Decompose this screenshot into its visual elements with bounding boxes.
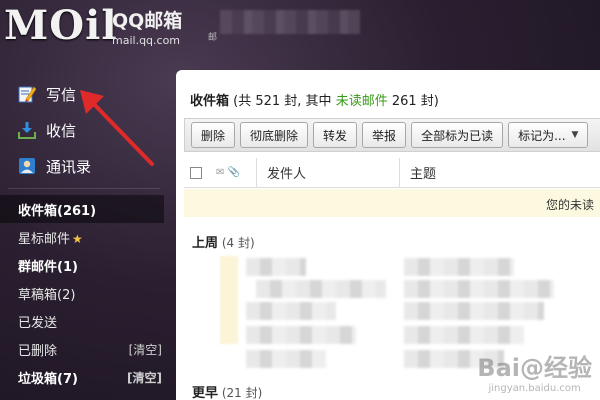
table-row[interactable] xyxy=(404,326,524,344)
empty-junk-link[interactable]: [清空] xyxy=(127,369,162,386)
folder-label: 收件箱(261) xyxy=(18,203,97,219)
sidebar-item-deleted[interactable]: 已删除 [清空] xyxy=(0,335,168,363)
sidebar-item-junk[interactable]: 垃圾箱(7) [清空] xyxy=(0,363,168,391)
column-divider xyxy=(256,157,257,188)
inbox-heading: 收件箱 (共 521 封, 其中 未读邮件 261 封) xyxy=(190,90,439,109)
mark-as-dropdown[interactable]: 标记为... ▼ xyxy=(508,122,589,148)
header-icons: ✉ 📎 xyxy=(216,167,256,178)
folder-label: 垃圾箱(7) xyxy=(18,371,78,387)
group-count: (4 封) xyxy=(218,236,255,250)
group-title: 更早 xyxy=(192,386,219,400)
group-count: (21 封) xyxy=(218,386,263,400)
table-row[interactable] xyxy=(404,258,514,276)
unread-mail-link[interactable]: 未读邮件 xyxy=(336,94,388,109)
sidebar-item-drafts[interactable]: 草稿箱(2) xyxy=(0,279,168,307)
inbox-summary-prefix: (共 521 封, 其中 xyxy=(229,94,336,109)
table-row[interactable] xyxy=(256,280,386,298)
inbox-download-icon xyxy=(16,119,38,141)
sidebar-item-group-mail[interactable]: 群邮件(1) xyxy=(0,251,168,279)
select-all-checkbox[interactable] xyxy=(190,166,202,179)
brand-domain: mail.qq.com xyxy=(112,34,181,47)
baidu-jingyan-watermark: Bai@经验 jingyan.baidu.com xyxy=(477,348,592,394)
table-row[interactable] xyxy=(246,326,356,344)
mark-as-label: 标记为... xyxy=(518,128,566,143)
folder-label-wrap: 星标邮件 ★ xyxy=(18,228,83,247)
envelope-icon: ✉ xyxy=(216,167,225,178)
table-row[interactable] xyxy=(404,302,544,320)
inbox-summary-suffix: 261 封) xyxy=(387,94,439,109)
permanent-delete-button[interactable]: 彻底删除 xyxy=(240,122,309,148)
qq-mail-logo[interactable]: MOil xyxy=(4,2,118,49)
contacts-icon xyxy=(16,155,38,177)
group-earlier: 更早 (21 封) xyxy=(192,382,262,400)
watermark-logo: Bai@经验 xyxy=(477,354,592,382)
sidebar-item-inbox[interactable]: 收件箱(261) xyxy=(0,195,164,223)
group-last-week: 上周 (4 封) xyxy=(192,232,255,251)
watermark-url: jingyan.baidu.com xyxy=(488,383,581,394)
red-arrow-annotation xyxy=(80,90,154,166)
column-header-sender[interactable]: 发件人 xyxy=(267,163,399,182)
header-tag: 邮 xyxy=(208,33,218,43)
mail-list-header: ✉ 📎 发件人 主题 xyxy=(184,157,600,188)
mark-all-read-button[interactable]: 全部标为已读 xyxy=(411,122,504,148)
column-divider xyxy=(399,157,400,188)
inbox-title: 收件箱 xyxy=(190,94,230,109)
sidebar-item-sent[interactable]: 已发送 xyxy=(0,307,168,335)
delete-button[interactable]: 删除 xyxy=(191,122,236,148)
compose-icon xyxy=(16,83,38,105)
mail-list-panel: 收件箱 (共 521 封, 其中 未读邮件 261 封) 删除 彻底删除 转发 … xyxy=(176,70,600,400)
table-row[interactable] xyxy=(246,350,326,368)
blurred-account-info xyxy=(220,10,360,34)
mail-toolbar: 删除 彻底删除 转发 举报 全部标为已读 标记为... ▼ xyxy=(184,118,600,152)
unread-marker-column xyxy=(220,256,238,344)
empty-deleted-link[interactable]: [清空] xyxy=(129,341,162,358)
report-button[interactable]: 举报 xyxy=(362,122,407,148)
sidebar-item-starred[interactable]: 星标邮件 ★ xyxy=(0,223,168,251)
table-row[interactable] xyxy=(404,280,554,298)
folder-label: 群邮件(1) xyxy=(18,259,78,275)
star-icon: ★ xyxy=(72,231,83,246)
folder-label: 草稿箱(2) xyxy=(18,287,76,303)
folder-label: 已删除 xyxy=(18,343,58,359)
unread-notice-bar[interactable]: 您的未读 xyxy=(184,189,600,217)
logo-text: QQ邮箱 mail.qq.com xyxy=(112,6,182,47)
brand-name: QQ邮箱 xyxy=(112,10,183,32)
group-title: 上周 xyxy=(192,236,219,251)
chevron-down-icon: ▼ xyxy=(571,130,579,140)
table-row[interactable] xyxy=(246,258,306,276)
sidebar-divider xyxy=(8,188,160,189)
folder-label: 已发送 xyxy=(18,315,58,331)
attachment-icon: 📎 xyxy=(227,167,241,178)
column-header-subject[interactable]: 主题 xyxy=(410,163,436,182)
table-row[interactable] xyxy=(246,302,336,320)
folder-label: 星标邮件 xyxy=(18,231,71,247)
forward-button[interactable]: 转发 xyxy=(313,122,358,148)
